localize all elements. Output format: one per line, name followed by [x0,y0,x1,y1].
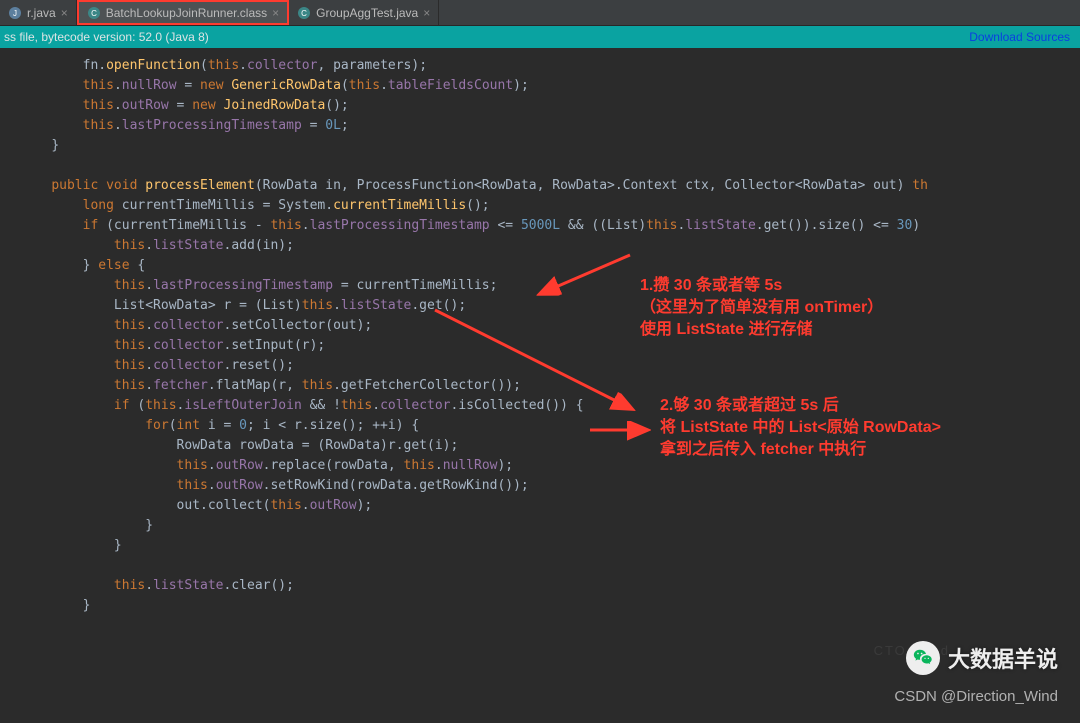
watermark-text: 大数据羊说 [948,642,1058,674]
code-line: this.collector.setInput(r); [20,336,1080,356]
tab-label: BatchLookupJoinRunner.class [106,6,267,20]
tab-label: r.java [27,6,56,20]
code-line: RowData rowData = (RowData)r.get(i); [20,436,1080,456]
code-line: if (currentTimeMillis - this.lastProcess… [20,216,1080,236]
tab-file-1[interactable]: C BatchLookupJoinRunner.class × [77,0,289,25]
code-line: long currentTimeMillis = System.currentT… [20,196,1080,216]
code-line: this.listState.clear(); [20,576,1080,596]
code-line: this.lastProcessingTimestamp = currentTi… [20,276,1080,296]
code-line: for(int i = 0; i < r.size(); ++i) { [20,416,1080,436]
code-line: this.outRow.replace(rowData, this.nullRo… [20,456,1080,476]
download-sources-link[interactable]: Download Sources [969,30,1070,44]
code-editor[interactable]: fn.openFunction(this.collector, paramete… [0,48,1080,624]
svg-text:C: C [91,9,97,18]
editor-tabs: J r.java × C BatchLookupJoinRunner.class… [0,0,1080,26]
decompiled-notice-bar: ss file, bytecode version: 52.0 (Java 8)… [0,26,1080,48]
code-line: if (this.isLeftOuterJoin && !this.collec… [20,396,1080,416]
code-line: } [20,136,1080,156]
notice-text: ss file, bytecode version: 52.0 (Java 8) [4,30,209,44]
code-line: this.outRow = new JoinedRowData(); [20,96,1080,116]
code-line: } else { [20,256,1080,276]
code-line: fn.openFunction(this.collector, paramete… [20,56,1080,76]
close-icon[interactable]: × [61,6,68,20]
code-line [20,556,1080,576]
code-line: this.collector.reset(); [20,356,1080,376]
code-line: public void processElement(RowData in, P… [20,176,1080,196]
code-line: this.fetcher.flatMap(r, this.getFetcherC… [20,376,1080,396]
code-line: List<RowData> r = (List)this.listState.g… [20,296,1080,316]
tab-label: GroupAggTest.java [316,6,418,20]
code-line: this.lastProcessingTimestamp = 0L; [20,116,1080,136]
wechat-watermark: 大数据羊说 [906,641,1058,675]
code-line: this.collector.setCollector(out); [20,316,1080,336]
csdn-watermark: CSDN @Direction_Wind [894,688,1058,705]
java-class-icon: C [87,6,101,20]
java-file-icon: C [297,6,311,20]
tab-file-0[interactable]: J r.java × [0,0,77,25]
code-line [20,156,1080,176]
svg-text:C: C [301,9,307,18]
close-icon[interactable]: × [423,6,430,20]
code-line: } [20,596,1080,616]
close-icon[interactable]: × [272,6,279,20]
wechat-icon [906,641,940,675]
java-file-icon: J [8,6,22,20]
code-line: this.nullRow = new GenericRowData(this.t… [20,76,1080,96]
code-line: } [20,516,1080,536]
code-line: } [20,536,1080,556]
code-line: this.listState.add(in); [20,236,1080,256]
code-line: this.outRow.setRowKind(rowData.getRowKin… [20,476,1080,496]
code-line: out.collect(this.outRow); [20,496,1080,516]
tab-file-2[interactable]: C GroupAggTest.java × [289,0,439,25]
svg-text:J: J [13,9,17,18]
